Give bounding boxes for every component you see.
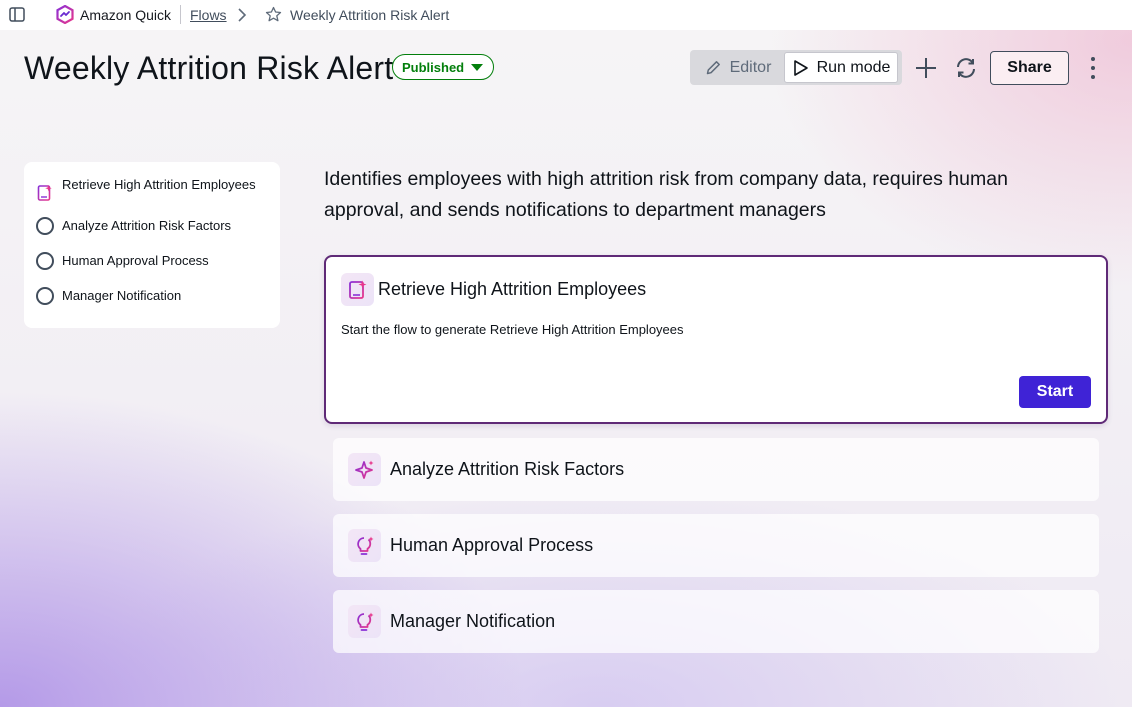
status-badge-dropdown[interactable]: Published: [392, 54, 495, 80]
dot-icon: [1091, 75, 1095, 79]
editor-label: Editor: [729, 58, 772, 76]
card-icon-box: [348, 453, 381, 486]
card-icon-box: [348, 605, 381, 638]
start-button[interactable]: Start: [1019, 376, 1091, 408]
card-title: Human Approval Process: [390, 535, 594, 555]
star-icon[interactable]: [265, 6, 282, 23]
refresh-icon: [957, 58, 975, 78]
breadcrumb-flows-link[interactable]: Flows: [190, 7, 227, 23]
pencil-icon: [706, 61, 720, 75]
more-options-button[interactable]: [1084, 54, 1102, 82]
top-bar: Amazon Quick Flows Weekly Attrition Risk…: [0, 0, 1132, 30]
step-item-notification[interactable]: Manager Notification: [36, 287, 268, 323]
side-panel-icon[interactable]: [9, 7, 25, 22]
circle-outline-icon: [36, 217, 54, 235]
editor-mode-button[interactable]: Editor: [692, 52, 784, 83]
share-button[interactable]: Share: [990, 51, 1069, 85]
mode-toggle: Editor Run mode: [690, 50, 902, 85]
play-icon: [793, 59, 808, 76]
step-card-approval[interactable]: Human Approval Process: [333, 514, 1099, 577]
step-card-notification[interactable]: Manager Notification: [333, 590, 1099, 653]
card-icon-box: [348, 529, 381, 562]
breadcrumb-current: Weekly Attrition Risk Alert: [290, 7, 450, 23]
step-item-approval[interactable]: Human Approval Process: [36, 252, 268, 288]
run-mode-button[interactable]: Run mode: [784, 52, 898, 83]
card-icon-box: [341, 273, 374, 306]
flow-description: Identifies employees with high attrition…: [324, 168, 1008, 221]
step-label: Human Approval Process: [62, 253, 209, 268]
circle-outline-icon: [36, 287, 54, 305]
dot-icon: [1091, 57, 1095, 61]
step-item-retrieve[interactable]: Retrieve High Attrition Employees: [36, 176, 268, 202]
caret-down-icon: [471, 63, 484, 71]
card-title: Analyze Attrition Risk Factors: [390, 459, 625, 479]
brand[interactable]: Amazon Quick: [56, 5, 171, 24]
card-description: Start the flow to generate Retrieve High…: [341, 322, 684, 337]
step-label: Retrieve High Attrition Employees: [62, 177, 256, 192]
step-item-analyze[interactable]: Analyze Attrition Risk Factors: [36, 217, 268, 253]
add-button[interactable]: [912, 54, 940, 82]
steps-panel: Retrieve High Attrition Employees Analyz…: [24, 162, 280, 328]
sparkle-icon: [354, 460, 373, 479]
agent-document-icon: [348, 280, 366, 299]
dot-icon: [1091, 66, 1095, 70]
step-card-analyze[interactable]: Analyze Attrition Risk Factors: [333, 438, 1099, 501]
quick-logo-icon: [56, 5, 74, 24]
active-step-card: Retrieve High Attrition Employees Start …: [324, 255, 1108, 424]
run-mode-label: Run mode: [816, 58, 891, 76]
divider: [180, 5, 181, 24]
status-label: Published: [402, 59, 465, 75]
circle-outline-icon: [36, 252, 54, 270]
refresh-button[interactable]: [952, 54, 980, 82]
chevron-right-icon: [238, 8, 247, 22]
card-title: Manager Notification: [390, 611, 556, 631]
app-name: Amazon Quick: [80, 6, 172, 23]
lightbulb-icon: [356, 536, 373, 555]
step-label: Manager Notification: [62, 288, 182, 303]
page-title: Weekly Attrition Risk Alert: [24, 50, 394, 86]
step-label: Analyze Attrition Risk Factors: [62, 218, 232, 233]
agent-document-icon: [37, 185, 52, 201]
lightbulb-icon: [356, 612, 373, 631]
card-title: Retrieve High Attrition Employees: [378, 279, 647, 299]
plus-icon: [916, 58, 936, 78]
